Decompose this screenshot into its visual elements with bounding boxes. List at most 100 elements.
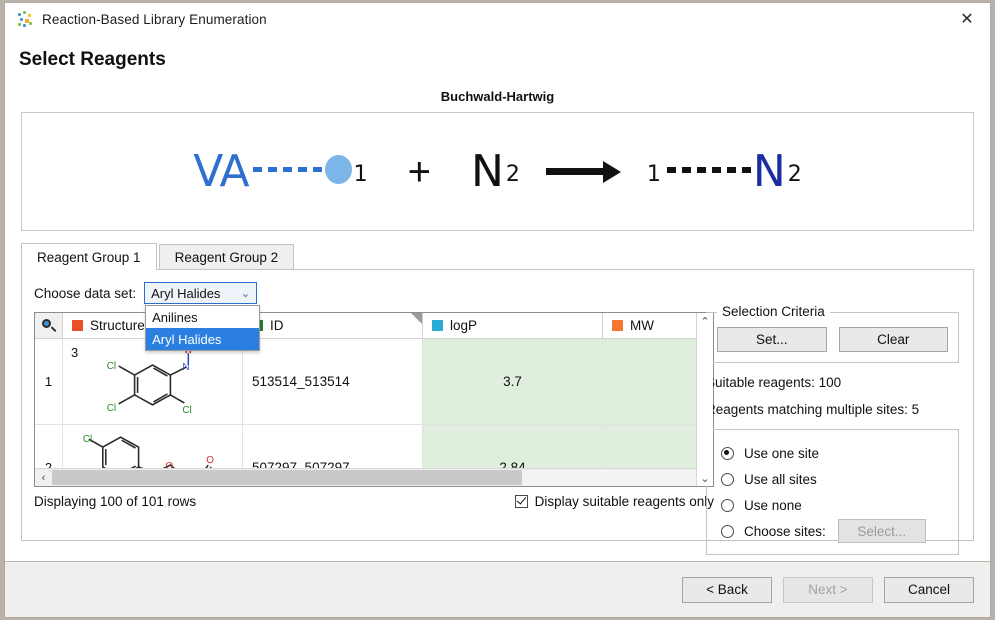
logp-cell: 3.7	[423, 339, 603, 424]
tab-reagent-group-2[interactable]: Reagent Group 2	[158, 244, 295, 269]
logp-cell: 2.84	[423, 425, 603, 468]
id-cell: 513514_513514	[243, 339, 423, 424]
page-title: Select Reagents	[19, 49, 166, 70]
multiple-sites-count: Reagents matching multiple sites: 5	[706, 402, 920, 417]
grid-search-button[interactable]	[35, 313, 63, 338]
cancel-button[interactable]: Cancel	[884, 576, 974, 603]
table-row[interactable]: 2 Cl O O 507297_507297 2.84	[35, 425, 713, 468]
column-color-swatch	[432, 320, 443, 331]
dialog-footer: < Back Next > Cancel	[5, 561, 990, 617]
molecule-structure-1: Cl Cl Cl N O	[107, 340, 192, 416]
radio-choose-sites[interactable]: Choose sites: Select...	[707, 518, 958, 544]
grid-header-row: Structure ID logP MW	[35, 313, 713, 339]
dropdown-option-anilines[interactable]: Anilines	[146, 306, 259, 328]
radio-label: Choose sites:	[744, 523, 826, 539]
checkbox-label: Display suitable reagents only	[534, 494, 714, 509]
plus-sign: +	[407, 149, 431, 194]
radio-indicator	[721, 524, 734, 538]
grid-horizontal-scrollbar[interactable]: ‹ ›	[35, 468, 713, 486]
tab-label: Reagent Group 1	[37, 249, 141, 265]
column-marker-triangle-icon	[411, 313, 422, 324]
back-button[interactable]: < Back	[682, 576, 772, 603]
column-header-label: Structure	[90, 318, 145, 333]
svg-text:Cl: Cl	[182, 405, 191, 416]
dropdown-option-label: Anilines	[152, 309, 198, 325]
radio-indicator	[721, 472, 734, 486]
reactant-2-label: N	[470, 145, 504, 197]
checkbox-box	[514, 494, 528, 508]
reagent-grid: Structure ID logP MW 1 3 Cl Cl Cl N 5135…	[34, 312, 714, 487]
clear-button[interactable]: Clear	[838, 327, 948, 352]
grid-body: 1 3 Cl Cl Cl N 513514_513514 3.7 2 Cl O …	[35, 339, 713, 468]
svg-text:Cl: Cl	[107, 403, 116, 414]
molecule-structure-2: Cl O O	[83, 434, 214, 468]
column-header-mw[interactable]: MW	[603, 313, 696, 338]
product-bond	[666, 166, 751, 173]
molecule-icon	[17, 10, 34, 28]
reactant-1-label: VA	[193, 145, 249, 197]
select-sites-button[interactable]: Select...	[837, 519, 926, 543]
hscroll-track[interactable]	[52, 470, 696, 485]
site-usage-options: Use one site Use all sites Use none Choo…	[706, 429, 959, 555]
reactant-1-bond	[252, 167, 327, 172]
reactant-1-site: 1	[353, 161, 368, 187]
mw-cell	[603, 425, 696, 468]
dialog-window: Reaction-Based Library Enumeration ✕ Sel…	[4, 2, 991, 618]
structure-cell: Cl O O	[63, 425, 243, 468]
reactant-2: N 2	[470, 145, 520, 197]
hscroll-thumb[interactable]	[52, 470, 523, 485]
grid-vertical-scrollbar[interactable]: ⌃ ⌄	[696, 313, 713, 486]
row-number: 2	[35, 425, 63, 468]
structure-cell: 3 Cl Cl Cl N	[63, 339, 243, 424]
chevron-down-icon: ⌄	[240, 287, 251, 300]
radio-indicator	[721, 446, 734, 460]
reactant-1: VA 1	[193, 145, 368, 197]
dataset-combobox[interactable]: Aryl Halides ⌄ Anilines Aryl Halides	[144, 282, 261, 351]
dropdown-option-label: Aryl Halides	[152, 331, 222, 347]
mw-cell	[603, 339, 696, 424]
reaction-name: Buchwald-Hartwig	[440, 89, 555, 104]
close-icon[interactable]: ✕	[944, 3, 990, 34]
window-title: Reaction-Based Library Enumeration	[42, 11, 267, 27]
scroll-down-icon[interactable]: ⌄	[697, 470, 713, 486]
reactant-2-site: 2	[505, 161, 520, 187]
tab-label: Reagent Group 2	[174, 249, 279, 265]
radio-label: Use none	[744, 497, 802, 513]
attachment-point-dot	[324, 155, 352, 184]
column-header-label: logP	[450, 318, 478, 333]
dataset-selected-value: Aryl Halides	[151, 285, 221, 301]
column-color-swatch	[612, 320, 623, 331]
scroll-left-icon[interactable]: ‹	[35, 472, 52, 484]
column-header-label: ID	[270, 318, 284, 333]
column-header-logp[interactable]: logP	[423, 313, 603, 338]
product-site-1: 1	[646, 161, 661, 187]
product-label: N	[752, 145, 786, 197]
id-cell: 507297_507297	[243, 425, 423, 468]
svg-text:O: O	[165, 461, 173, 468]
column-header-label: MW	[630, 318, 654, 333]
dataset-label: Choose data set:	[34, 285, 137, 301]
set-button[interactable]: Set...	[717, 327, 827, 352]
title-bar: Reaction-Based Library Enumeration ✕	[5, 3, 990, 35]
search-icon	[42, 319, 57, 332]
svg-text:O: O	[206, 455, 214, 466]
column-header-id[interactable]: ID	[243, 313, 423, 338]
product-site-2: 2	[787, 161, 802, 187]
scroll-up-icon[interactable]: ⌃	[697, 313, 713, 329]
radio-use-one-site[interactable]: Use one site	[707, 440, 958, 466]
reagent-group-tabs: Reagent Group 1 Reagent Group 2	[21, 243, 974, 270]
svg-text:N: N	[182, 362, 189, 373]
display-suitable-reagents-checkbox[interactable]: Display suitable reagents only	[514, 494, 714, 509]
table-row[interactable]: 1 3 Cl Cl Cl N 513514_513514 3.7	[35, 339, 713, 425]
product: 1 N 2	[646, 145, 802, 197]
dropdown-option-aryl-halides[interactable]: Aryl Halides	[146, 328, 260, 350]
tab-reagent-group-1[interactable]: Reagent Group 1	[21, 243, 157, 270]
selection-criteria-fieldset: Selection Criteria Set... Clear	[706, 304, 959, 363]
svg-text:Cl: Cl	[83, 434, 92, 445]
suitable-reagents-count: Suitable reagents: 100	[706, 375, 842, 390]
radio-use-all-sites[interactable]: Use all sites	[707, 466, 958, 492]
selection-criteria-panel: Selection Criteria Set... Clear Suitable…	[706, 304, 959, 555]
grid-footer: Displaying 100 of 101 rows Display suita…	[34, 494, 714, 509]
column-color-swatch	[72, 320, 83, 331]
radio-use-none[interactable]: Use none	[707, 492, 958, 518]
